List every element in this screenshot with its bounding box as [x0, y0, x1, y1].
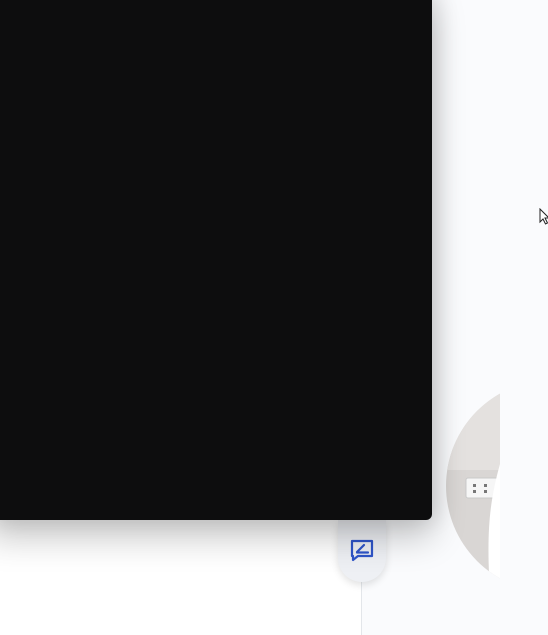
mouse-pointer-icon	[539, 207, 548, 230]
feedback-button[interactable]	[338, 520, 386, 582]
lower-content-area	[0, 520, 361, 635]
feedback-edit-icon	[349, 538, 375, 564]
video-player-window[interactable]	[0, 0, 432, 520]
screen	[0, 0, 548, 635]
webcam-preview[interactable]	[446, 380, 500, 592]
